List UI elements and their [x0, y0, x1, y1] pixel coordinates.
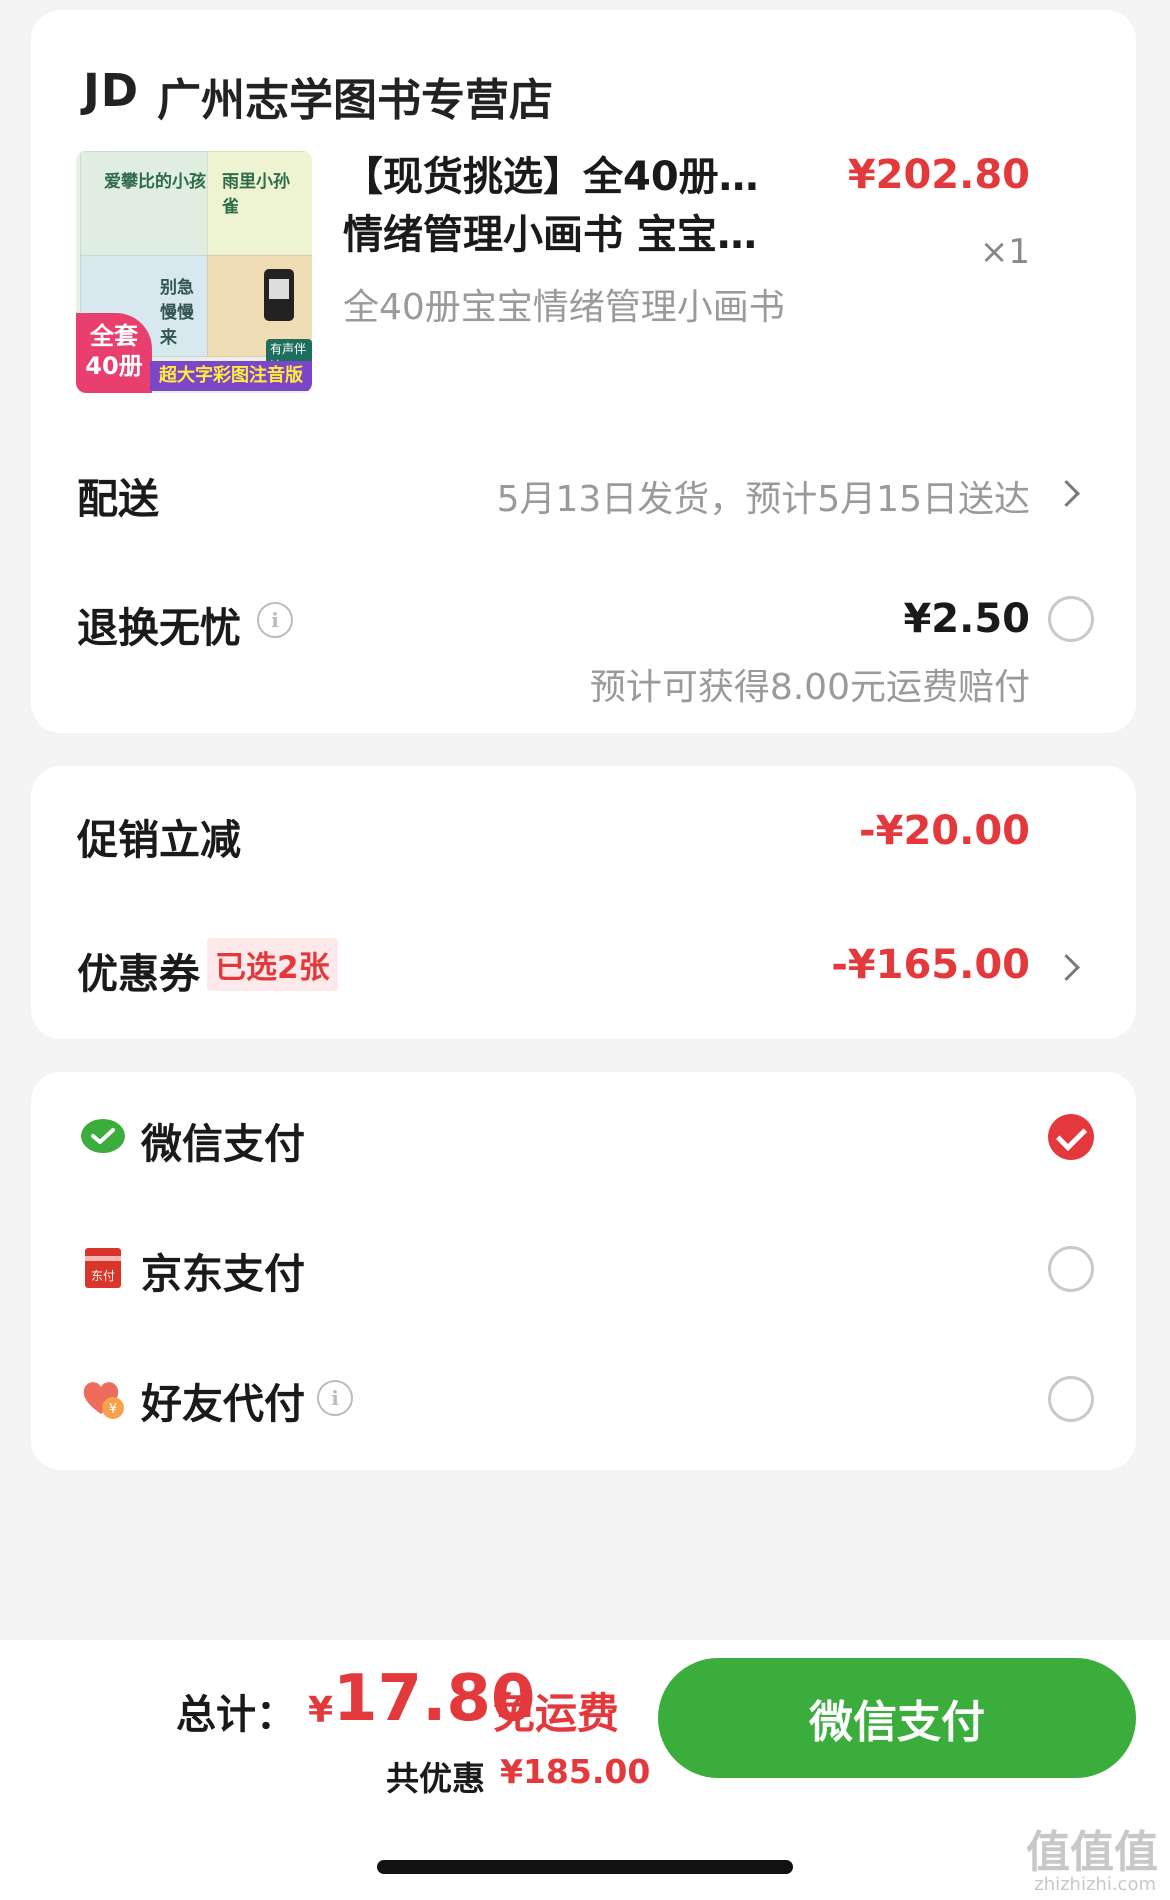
coupon-label: 优惠券	[77, 950, 200, 998]
order-card: JD 广州志学图书专营店 爱攀比的小孩 雨里小孙雀 别急慢慢来 有声伴读 全套 …	[31, 10, 1136, 733]
book-title: 爱攀比的小孩	[104, 172, 206, 192]
total-currency: ¥	[308, 1690, 334, 1731]
qr-phone-icon	[264, 269, 294, 321]
home-indicator[interactable]	[377, 1860, 793, 1874]
unchecked-radio-icon[interactable]	[1048, 1246, 1094, 1292]
info-icon[interactable]: i	[257, 602, 293, 638]
chevron-right-icon	[1053, 480, 1080, 507]
wechat-icon	[81, 1119, 125, 1153]
wechat-pay-button[interactable]: 微信支付	[658, 1658, 1136, 1778]
saved-amount: ¥185.00	[500, 1752, 651, 1791]
unchecked-radio-icon[interactable]	[1048, 1376, 1094, 1422]
set-badge: 全套 40册	[76, 313, 152, 393]
coupon-count-badge: 已选2张	[207, 938, 338, 991]
set-badge-text: 全套 40册	[85, 322, 143, 380]
payment-option-label: 好友代付	[141, 1380, 305, 1428]
jd-logo: JD	[83, 64, 140, 117]
return-insurance-radio[interactable]	[1048, 596, 1094, 642]
checked-radio-icon[interactable]	[1048, 1114, 1094, 1160]
svg-text:东付: 东付	[91, 1269, 115, 1283]
watermark: 值值值	[1026, 1827, 1158, 1878]
return-insurance-price: ¥2.50	[903, 596, 1030, 642]
discount-card: 促销立减 -¥20.00 优惠券 已选2张 -¥165.00	[31, 766, 1136, 1039]
shipping-label: 配送	[77, 475, 159, 523]
product-title[interactable]: 【现货挑选】全40册宝宝 情绪管理小画书 宝宝洞...	[343, 148, 773, 264]
return-insurance-label: 退换无忧	[77, 604, 241, 652]
edition-banner: 超大字彩图注音版	[150, 361, 312, 391]
watermark-url: zhizhizhi.com	[1034, 1874, 1156, 1895]
product-spec: 全40册宝宝情绪管理小画书	[343, 287, 785, 328]
friend-pay-icon: ¥	[83, 1382, 124, 1419]
product-thumbnail[interactable]: 爱攀比的小孩 雨里小孙雀 别急慢慢来 有声伴读 全套 40册 超大字彩图注音版	[76, 151, 312, 393]
info-icon[interactable]: i	[317, 1380, 353, 1416]
payment-option-label: 京东支付	[141, 1250, 305, 1298]
chevron-right-icon	[1053, 954, 1080, 981]
product-title-line1: 【现货挑选】全40册宝宝	[343, 154, 773, 200]
payment-method-card: 微信支付 东付 京东支付 ¥ 好友代付 i	[31, 1072, 1136, 1470]
saved-label: 共优惠	[386, 1759, 485, 1798]
product-price: ¥202.80	[847, 152, 1030, 198]
shipping-value: 5月13日发货，预计5月15日送达	[496, 479, 1030, 520]
store-name[interactable]: 广州志学图书专营店	[157, 64, 553, 128]
book-title: 雨里小孙雀	[222, 172, 290, 217]
return-insurance-note: 预计可获得8.00元运费赔付	[589, 667, 1030, 708]
free-shipping-label: 免运费	[493, 1689, 620, 1738]
payment-option-label: 微信支付	[141, 1120, 305, 1168]
jd-pay-icon: 东付	[85, 1248, 121, 1288]
checkout-bar: 总计： ¥ 17.80 免运费 共优惠 ¥185.00 微信支付 值值值 zhi…	[0, 1640, 1170, 1900]
promo-value: -¥20.00	[859, 808, 1030, 854]
promo-label: 促销立减	[77, 816, 241, 864]
svg-text:¥: ¥	[109, 1402, 117, 1417]
product-quantity: ×1	[979, 232, 1030, 272]
coupon-value: -¥165.00	[831, 942, 1030, 988]
total-label: 总计：	[176, 1692, 296, 1738]
book-title: 别急慢慢来	[160, 278, 194, 348]
product-title-line2: 情绪管理小画书 宝宝洞...	[343, 212, 773, 258]
